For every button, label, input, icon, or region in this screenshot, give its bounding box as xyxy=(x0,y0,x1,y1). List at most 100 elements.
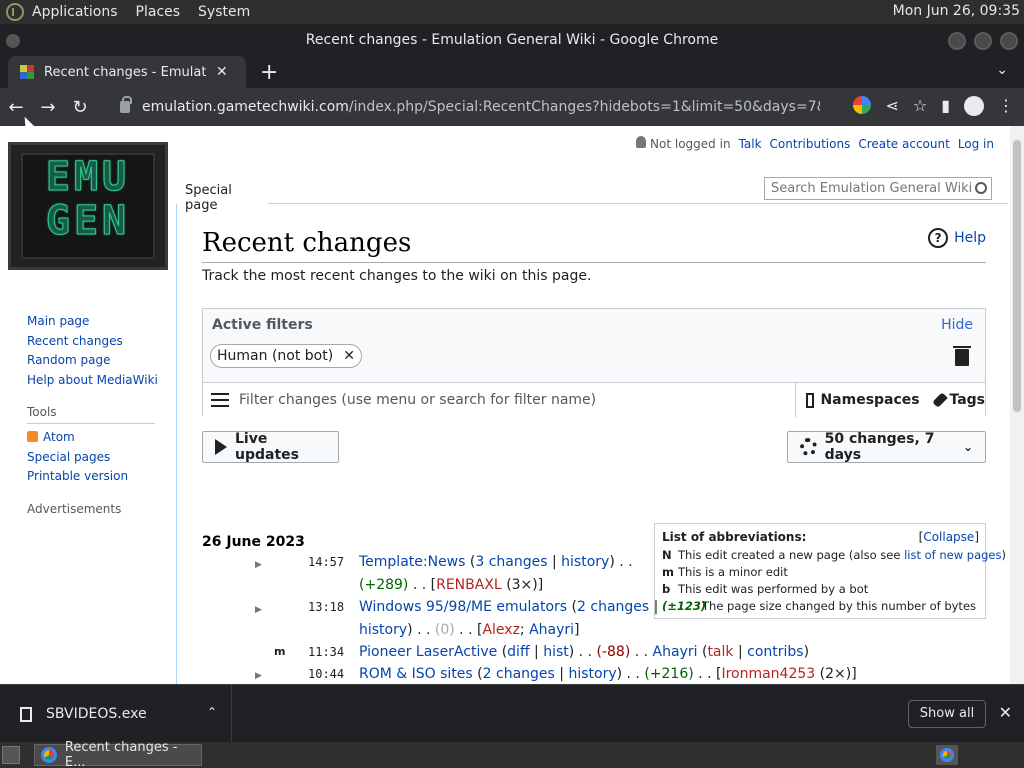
log-in-link[interactable]: Log in xyxy=(958,137,994,151)
live-updates-button[interactable]: Live updates xyxy=(202,431,339,463)
hide-filters-link[interactable]: Hide xyxy=(941,317,973,333)
contributions-link[interactable]: Contributions xyxy=(770,137,851,151)
scrollbar-thumb[interactable] xyxy=(1013,140,1021,412)
list-item: Template:News (3 changes | history) . . xyxy=(359,554,633,570)
active-filters-panel: Active filters Hide Human (not bot) ✕ Fil… xyxy=(202,308,986,417)
download-item[interactable]: SBVIDEOS.exe ⌃ xyxy=(0,685,232,743)
abbr-row-bot: b This edit was performed by a bot xyxy=(662,582,869,596)
talk-link[interactable]: Talk xyxy=(739,137,762,151)
namespaces-book-icon[interactable] xyxy=(806,392,815,408)
user-link[interactable]: Ironman4253 xyxy=(721,666,815,682)
profile-avatar-icon[interactable] xyxy=(964,96,984,116)
changes-link[interactable]: 3 changes xyxy=(475,554,547,570)
page-link[interactable]: Windows 95/98/ME emulators xyxy=(359,599,567,615)
sidebar-item-printable-version[interactable]: Printable version xyxy=(27,467,128,487)
window-title: Recent changes - Emulation General Wiki … xyxy=(305,32,719,48)
expand-arrow-icon[interactable]: ▶ xyxy=(255,605,262,615)
history-link[interactable]: history xyxy=(561,554,609,570)
workspace-switcher[interactable] xyxy=(936,745,958,765)
filter-search-input[interactable]: Filter changes (use menu or search for f… xyxy=(239,392,596,408)
expand-arrow-icon[interactable]: ▶ xyxy=(255,671,262,681)
close-window-button[interactable] xyxy=(1000,32,1018,50)
tab-special-page[interactable]: Special page xyxy=(177,172,267,213)
page-scrollbar[interactable] xyxy=(1010,126,1024,684)
os-taskbar: Recent changes - E... xyxy=(0,740,1024,768)
lock-icon[interactable] xyxy=(120,96,132,113)
tab-search-chevron-icon[interactable]: ⌄ xyxy=(996,62,1008,78)
download-shelf: SBVIDEOS.exe ⌃ Show all ✕ xyxy=(0,684,1024,743)
sidebar-item-main-page[interactable]: Main page xyxy=(27,312,158,332)
os-clock[interactable]: Mon Jun 26, 09:35 xyxy=(893,3,1020,19)
logo-text-line1: EMU xyxy=(45,154,131,200)
bookmark-star-icon[interactable]: ☆ xyxy=(913,96,927,116)
side-panel-icon[interactable]: ▮ xyxy=(941,96,950,116)
expand-arrow-icon[interactable]: ▶ xyxy=(255,560,262,570)
help-icon: ? xyxy=(928,228,949,248)
page-link[interactable]: Pioneer LaserActive xyxy=(359,644,497,660)
window-menu-icon[interactable] xyxy=(6,34,20,48)
sidebar-item-special-pages[interactable]: Special pages xyxy=(27,448,128,468)
address-bar[interactable]: emulation.gametechwiki.com/index.php/Spe… xyxy=(110,92,820,122)
new-tab-button[interactable]: + xyxy=(260,60,278,85)
sidebar-tools: Atom Special pages Printable version xyxy=(27,428,128,487)
user-link[interactable]: RENBAXL xyxy=(436,577,502,593)
remove-filter-icon[interactable]: ✕ xyxy=(343,348,355,364)
search-icon[interactable] xyxy=(975,182,987,194)
heading-divider xyxy=(202,262,986,263)
os-menu-applications[interactable]: Applications xyxy=(32,4,118,20)
filter-search-row: Filter changes (use menu or search for f… xyxy=(203,382,985,417)
os-logo-icon[interactable] xyxy=(6,3,24,21)
tab-close-icon[interactable]: ✕ xyxy=(216,64,228,80)
user-talk-link[interactable]: talk xyxy=(707,644,733,660)
url-text[interactable]: emulation.gametechwiki.com/index.php/Spe… xyxy=(142,99,820,115)
sidebar-item-random-page[interactable]: Random page xyxy=(27,351,158,371)
clear-filters-trash-icon[interactable] xyxy=(953,346,971,366)
user-link[interactable]: Ahayri xyxy=(653,644,698,660)
google-lens-icon[interactable] xyxy=(853,96,872,114)
hist-link[interactable]: hist xyxy=(543,644,569,660)
hamburger-menu-icon[interactable] xyxy=(211,393,229,407)
abbr-row-new: N This edit created a new page (also see … xyxy=(662,548,1007,562)
change-time: 11:34 xyxy=(308,645,345,659)
share-icon[interactable]: ⋖ xyxy=(885,96,898,116)
reload-button[interactable]: ↻ xyxy=(64,97,96,118)
diff-link[interactable]: diff xyxy=(507,644,529,660)
forward-button[interactable]: → xyxy=(32,97,64,118)
show-desktop-icon[interactable] xyxy=(2,746,20,764)
close-shelf-icon[interactable]: ✕ xyxy=(999,703,1012,722)
collapse-link[interactable]: [Collapse] xyxy=(919,530,979,544)
show-all-button[interactable]: Show all xyxy=(908,700,986,728)
browser-menu-icon[interactable]: ⋮ xyxy=(998,96,1014,116)
page-link[interactable]: ROM & ISO sites xyxy=(359,666,473,682)
limit-options-button[interactable]: 50 changes, 7 days ⌄ xyxy=(787,431,986,463)
os-menu-system[interactable]: System xyxy=(198,4,250,20)
sidebar-navigation: Main page Recent changes Random page Hel… xyxy=(27,312,158,390)
maximize-button[interactable] xyxy=(974,32,992,50)
changes-link[interactable]: 2 changes xyxy=(483,666,555,682)
browser-tab[interactable]: Recent changes - Emulation General Wiki … xyxy=(8,56,246,88)
help-link[interactable]: ? Help xyxy=(928,228,986,248)
sidebar-tools-heading: Tools xyxy=(27,405,155,424)
sidebar-item-atom[interactable]: Atom xyxy=(27,428,128,448)
sidebar-item-help[interactable]: Help about MediaWiki xyxy=(27,371,158,391)
taskbar-window-button[interactable]: Recent changes - E... xyxy=(34,740,202,768)
minimize-button[interactable] xyxy=(948,32,966,50)
tag-icon[interactable] xyxy=(931,392,948,408)
os-menu-places[interactable]: Places xyxy=(136,4,181,20)
user-link[interactable]: Ahayri xyxy=(529,622,574,638)
new-pages-link[interactable]: list of new pages xyxy=(904,548,1001,562)
history-link[interactable]: history xyxy=(568,666,616,682)
wiki-logo[interactable]: EMU GEN xyxy=(8,142,168,270)
namespaces-button[interactable]: Namespaces xyxy=(820,392,919,408)
chevron-up-icon[interactable]: ⌃ xyxy=(207,705,217,719)
search-input[interactable]: Search Emulation General Wiki xyxy=(764,177,992,200)
page-link[interactable]: Template:News xyxy=(359,554,465,570)
user-contribs-link[interactable]: contribs xyxy=(747,644,803,660)
changes-link[interactable]: 2 changes xyxy=(577,599,649,615)
create-account-link[interactable]: Create account xyxy=(858,137,950,151)
filter-chip-human[interactable]: Human (not bot) ✕ xyxy=(210,344,362,368)
user-link[interactable]: Alexz xyxy=(482,622,519,638)
history-link[interactable]: history xyxy=(359,622,407,638)
sidebar-item-recent-changes[interactable]: Recent changes xyxy=(27,332,158,352)
tags-button[interactable]: Tags xyxy=(949,392,985,408)
